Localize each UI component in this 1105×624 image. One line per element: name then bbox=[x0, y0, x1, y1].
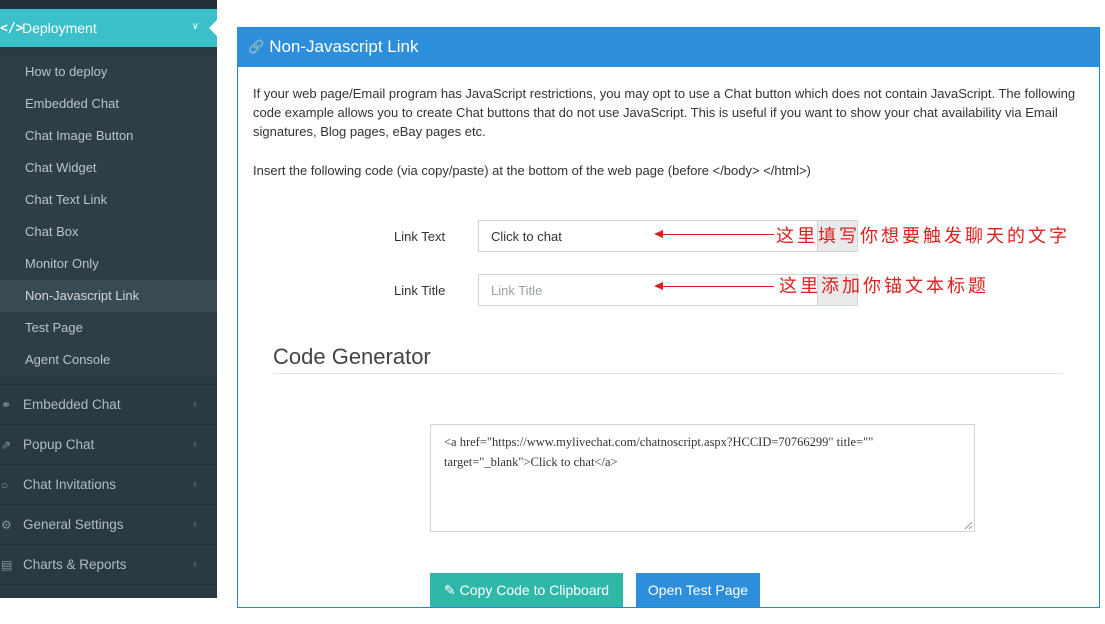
sidebar-group-popup-chat[interactable]: ⇗ Popup Chat ‹ bbox=[0, 424, 217, 464]
sidebar-subitem-agent-console[interactable]: Agent Console bbox=[0, 344, 217, 376]
sidebar-group-general-settings[interactable]: ⚙ General Settings ‹ bbox=[0, 504, 217, 544]
sidebar-group-label: Embedded Chat bbox=[23, 397, 121, 412]
sidebar-subitem-monitor-only[interactable]: Monitor Only bbox=[0, 248, 217, 280]
sidebar-group-label: Popup Chat bbox=[23, 437, 95, 452]
sidebar-group-more[interactable] bbox=[0, 584, 217, 624]
panel-instruction: Insert the following code (via copy/past… bbox=[253, 163, 811, 178]
sidebar-group-label: General Settings bbox=[23, 517, 124, 532]
active-indicator bbox=[209, 20, 217, 36]
annotation-arrow-title bbox=[654, 282, 774, 290]
sidebar-group-chat-invitations[interactable]: ○ Chat Invitations ‹ bbox=[0, 464, 217, 504]
link-text-input[interactable] bbox=[478, 220, 818, 252]
copy-code-button[interactable]: ✎ Copy Code to Clipboard bbox=[430, 573, 623, 607]
annotation-link-text: 这里填写你想要触发聊天的文字 bbox=[776, 226, 1070, 247]
external-link-icon: ⇗ bbox=[1, 437, 12, 452]
annotation-arrow-text bbox=[654, 230, 774, 238]
panel-title: Non-Javascript Link bbox=[269, 37, 419, 56]
edit-icon: ✎ bbox=[443, 581, 456, 598]
code-icon: </> bbox=[0, 20, 24, 36]
link-title-input[interactable] bbox=[478, 274, 818, 306]
open-test-page-label: Open Test Page bbox=[647, 582, 749, 598]
sidebar-subitem-chat-box[interactable]: Chat Box bbox=[0, 216, 217, 248]
chevron-left-icon: ‹ bbox=[193, 557, 197, 571]
sidebar-group-label: Chat Invitations bbox=[23, 477, 117, 492]
sidebar-group-embedded-chat[interactable]: ⚭ Embedded Chat ‹ bbox=[0, 384, 217, 424]
code-generator-title: Code Generator bbox=[273, 344, 431, 369]
panel-description: If your web page/Email program has JavaS… bbox=[253, 86, 1076, 139]
chat-bubbles-icon: ⚭ bbox=[1, 397, 12, 412]
annotation-link-title: 这里添加你锚文本标题 bbox=[779, 276, 989, 297]
sidebar-subitem-chat-text-link[interactable]: Chat Text Link bbox=[0, 184, 217, 216]
sidebar: </> Deployment ∨ How to deploy Embedded … bbox=[0, 0, 217, 598]
chevron-left-icon: ‹ bbox=[193, 397, 197, 411]
chevron-left-icon: ‹ bbox=[193, 477, 197, 491]
sidebar-group-label: Charts & Reports bbox=[23, 557, 127, 572]
speech-bubble-icon: ○ bbox=[1, 477, 9, 492]
divider bbox=[273, 373, 1063, 374]
chevron-down-icon: ∨ bbox=[191, 21, 199, 32]
sidebar-subitem-how-to-deploy[interactable]: How to deploy bbox=[0, 56, 217, 88]
chevron-left-icon: ‹ bbox=[193, 437, 197, 451]
deployment-submenu: How to deploy Embedded Chat Chat Image B… bbox=[0, 56, 217, 376]
gears-icon: ⚙ bbox=[1, 517, 12, 532]
sidebar-item-label: Deployment bbox=[22, 20, 97, 36]
generated-code-textarea[interactable]: <a href="https://www.mylivechat.com/chat… bbox=[430, 424, 975, 532]
sidebar-top-strip bbox=[0, 0, 217, 9]
panel-header: 🔗 Non-Javascript Link bbox=[237, 27, 1099, 67]
sidebar-subitem-test-page[interactable]: Test Page bbox=[0, 312, 217, 344]
sidebar-group-charts-reports[interactable]: ▤ Charts & Reports ‹ bbox=[0, 544, 217, 584]
open-test-page-button[interactable]: Open Test Page bbox=[636, 573, 760, 607]
resize-grip-icon[interactable] bbox=[963, 520, 973, 530]
link-text-label: Link Text bbox=[394, 229, 446, 244]
sidebar-subitem-non-javascript-link[interactable]: Non-Javascript Link bbox=[0, 280, 217, 312]
bar-chart-icon: ▤ bbox=[1, 557, 13, 572]
sidebar-item-deployment[interactable]: </> Deployment ∨ bbox=[0, 9, 217, 47]
sidebar-subitem-chat-image-button[interactable]: Chat Image Button bbox=[0, 120, 217, 152]
link-icon: 🔗 bbox=[248, 39, 265, 54]
chevron-left-icon: ‹ bbox=[193, 517, 197, 531]
copy-code-label: Copy Code to Clipboard bbox=[459, 582, 610, 598]
link-title-label: Link Title bbox=[394, 283, 446, 298]
sidebar-subitem-chat-widget[interactable]: Chat Widget bbox=[0, 152, 217, 184]
sidebar-subitem-embedded-chat[interactable]: Embedded Chat bbox=[0, 88, 217, 120]
